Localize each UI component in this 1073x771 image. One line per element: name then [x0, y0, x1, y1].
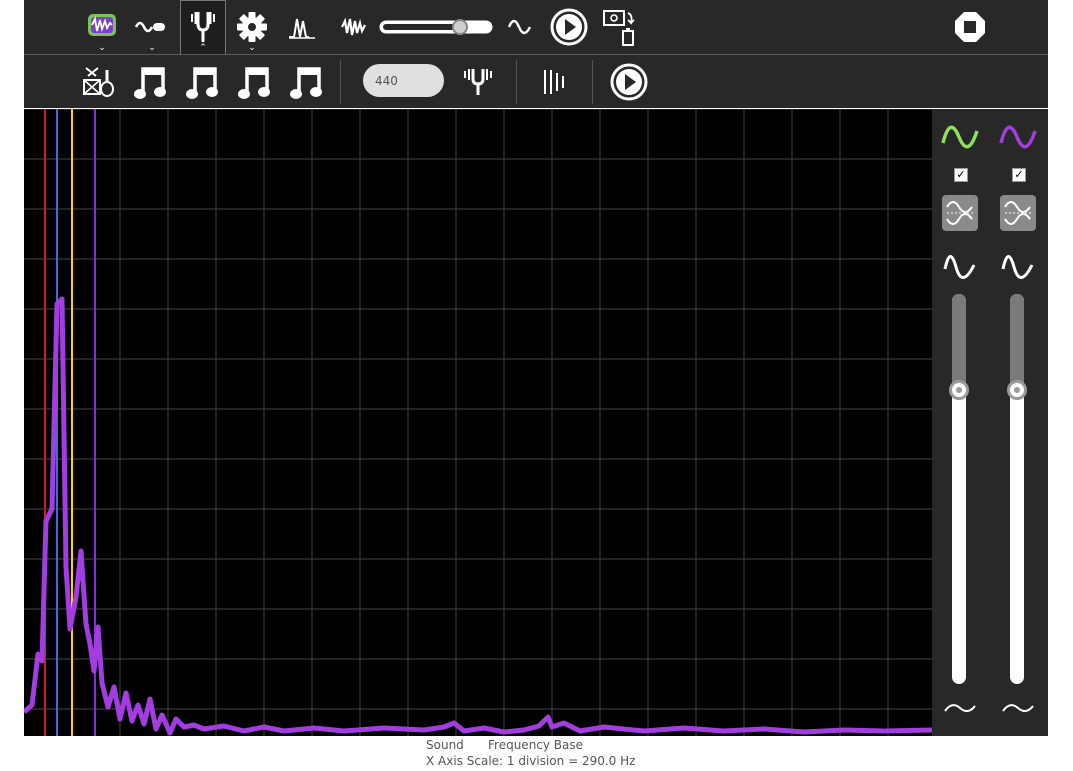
amplitude-button[interactable] [336, 0, 372, 54]
channel-1-phase-button[interactable] [942, 195, 978, 231]
sine-probe-icon [134, 21, 165, 33]
gear-icon [237, 12, 267, 42]
channel-1-level-slider[interactable] [952, 294, 966, 684]
sine-icon [507, 19, 532, 35]
noise-wave-icon [341, 17, 366, 36]
spectrum-trace [24, 296, 932, 736]
oscilloscope-button[interactable]: ⌄ [80, 0, 124, 54]
plot-grid [24, 109, 932, 736]
channel-2-level-thumb[interactable] [1007, 380, 1027, 400]
frequency-input[interactable] [363, 64, 444, 97]
overlay-sine-icon [1004, 201, 1031, 225]
toolbar-divider [340, 60, 341, 104]
beat-button[interactable] [532, 55, 578, 108]
tuning-fork-icon [464, 68, 492, 95]
export-button[interactable] [598, 0, 642, 54]
main-toolbar: ⌄ ⌄ ⌃ ⌄ [24, 0, 1048, 55]
channel-2-checkbox[interactable]: ✓ [1012, 168, 1026, 182]
toolbar-divider [592, 60, 593, 104]
tuning-fork-icon [191, 11, 215, 42]
stop-button[interactable] [948, 0, 992, 54]
status-footer: Sound Frequency Base X Axis Scale: 1 div… [24, 736, 1048, 771]
volume-slider[interactable] [376, 0, 496, 54]
channel-2-sine-icon [1001, 255, 1034, 279]
chevron-down-icon: ⌄ [148, 43, 156, 53]
channel-1-wave-icon [941, 125, 979, 149]
bars-icon [544, 69, 564, 94]
tone-toolbar [24, 55, 1048, 108]
play-icon [610, 63, 648, 100]
music-note-icon [290, 66, 322, 99]
export-icon [603, 10, 635, 46]
play-icon [550, 8, 588, 46]
channel-1-checkbox[interactable]: ✓ [954, 168, 968, 182]
toolbar-divider [516, 60, 517, 104]
music-note-icon [186, 66, 218, 99]
spectrum-icon [289, 18, 315, 39]
waveform-button[interactable] [502, 0, 538, 54]
channel-2-tilde-icon [1002, 704, 1034, 712]
stop-icon [955, 12, 985, 42]
slider-thumb[interactable] [452, 19, 468, 35]
overlay-sine-icon [946, 201, 973, 225]
channel-2-level-slider[interactable] [1010, 294, 1024, 684]
play-tone-button[interactable] [606, 55, 652, 108]
scale-label: X Axis Scale: 1 division = 290.0 Hz [426, 754, 636, 768]
chevron-down-icon: ⌄ [98, 43, 106, 53]
chevron-up-icon: ⌃ [199, 43, 207, 53]
sensor-button[interactable]: ⌄ [130, 0, 174, 54]
channel-2-phase-button[interactable] [1000, 195, 1036, 231]
tuning-fork-button[interactable] [458, 55, 498, 108]
app-window: ⌄ ⌄ ⌃ ⌄ 440 ✓ ✓ Sound Frequency Base X A… [24, 0, 1048, 771]
note-button-1[interactable] [128, 55, 174, 108]
channel-1-level-thumb[interactable] [949, 380, 969, 400]
note-button-2[interactable] [180, 55, 226, 108]
channel-1-tilde-icon [944, 704, 976, 712]
tuning-fork-tab[interactable]: ⌃ [180, 0, 226, 54]
mode-label: Sound [426, 738, 464, 752]
note-button-4[interactable] [284, 55, 330, 108]
plot-canvas [24, 109, 932, 736]
channel-2-wave-icon [999, 125, 1037, 149]
play-button[interactable] [546, 0, 592, 54]
spectrum-button[interactable] [282, 0, 322, 54]
channel-panel: ✓ ✓ [932, 109, 1048, 736]
instrument-button[interactable] [76, 55, 120, 108]
music-note-icon [238, 66, 270, 99]
chevron-down-icon: ⌄ [248, 43, 256, 53]
base-label: Frequency Base [488, 738, 584, 752]
music-note-icon [134, 66, 166, 99]
channel-1-sine-icon [943, 255, 976, 279]
drum-icon [83, 66, 114, 97]
frequency-plot[interactable] [24, 109, 932, 736]
waveform-icon [88, 14, 116, 36]
settings-button[interactable]: ⌄ [230, 0, 274, 54]
note-button-3[interactable] [232, 55, 278, 108]
slider-track [379, 19, 493, 35]
